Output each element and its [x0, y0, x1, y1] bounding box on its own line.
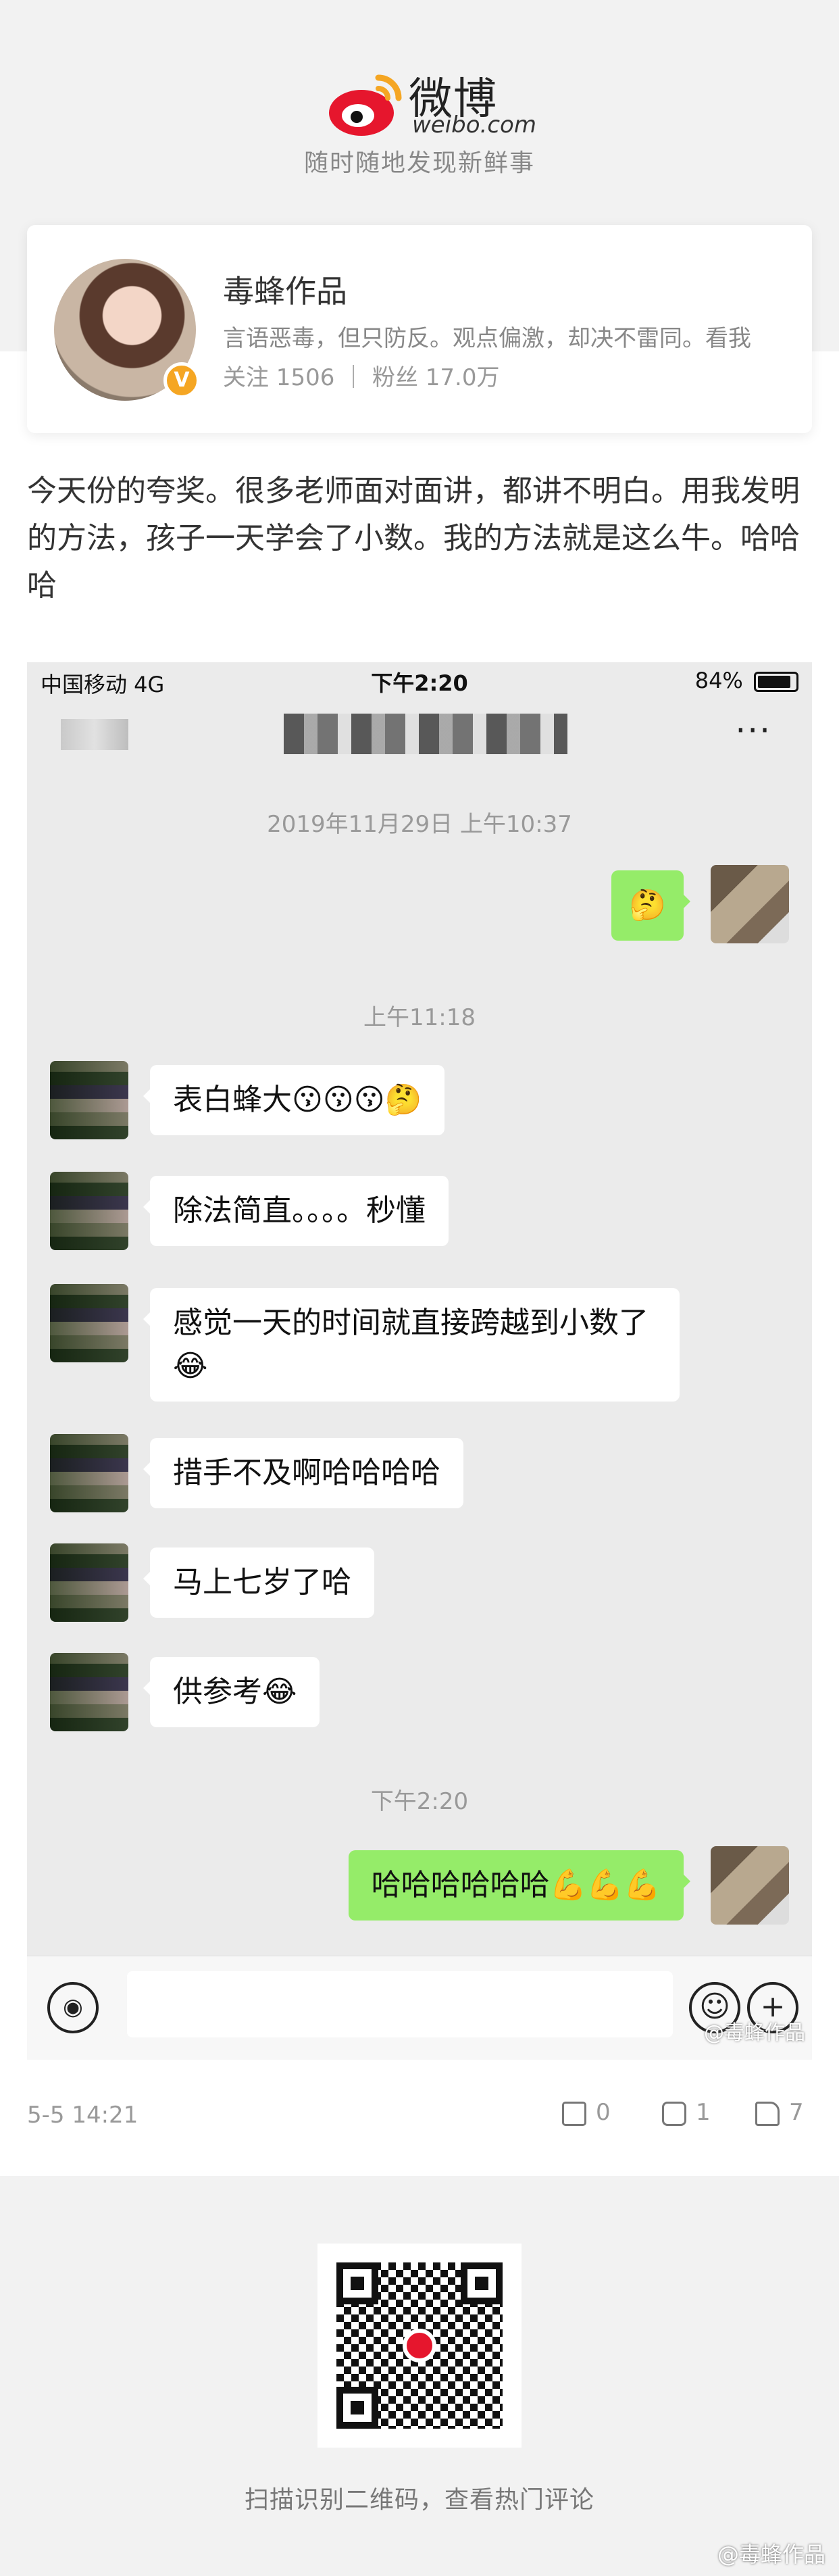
repost-count: 0 [596, 2099, 611, 2126]
chat-input-bar: ◉ ☺ + @毒蜂作品 [27, 1956, 812, 2060]
comment-count: 1 [696, 2099, 711, 2126]
qr-caption: 扫描识别二维码，查看热门评论 [244, 2486, 594, 2514]
message-bubble-sent[interactable]: 哈哈哈哈哈哈💪💪💪 [348, 1850, 691, 1921]
post-text: 今天份的夸奖。很多老师面对面讲，都讲不明白。用我发明的方法，孩子一天学会了小数。… [27, 474, 800, 603]
post-time: 5-5 14:21 [27, 2102, 138, 2129]
qr-code[interactable] [317, 2244, 522, 2448]
weibo-eye-icon [329, 74, 402, 136]
corner-watermark: @毒蜂作品 [717, 2542, 825, 2567]
message-bubble-received[interactable]: 供参考😂 [143, 1657, 320, 1727]
like-button[interactable]: 7 [755, 2099, 804, 2126]
watermark: @毒蜂作品 [704, 2021, 805, 2045]
thumbs-up-icon [755, 2101, 780, 2126]
contact-avatar[interactable] [50, 1543, 128, 1622]
message-input[interactable] [127, 1971, 673, 2037]
message-bubble-received[interactable]: 马上七岁了哈 [143, 1547, 374, 1618]
chat-timestamp: 下午2:20 [370, 1788, 469, 1815]
message-bubble-received[interactable]: 感觉一天的时间就直接跨越到小数了😂 [143, 1288, 680, 1402]
contact-avatar[interactable] [50, 1061, 128, 1139]
contact-avatar[interactable] [50, 1434, 128, 1512]
like-count: 7 [789, 2099, 804, 2126]
chat-timestamp: 上午11:18 [363, 1004, 476, 1031]
back-button[interactable] [61, 719, 128, 750]
chat-screenshot: 中国移动 4G 下午2:20 84% ··· 2019年11月29日 上午10:… [27, 662, 812, 2060]
weibo-logo: 微博 weibo.com [324, 64, 536, 139]
repost-icon [562, 2101, 586, 2126]
profile-stats: 关注 1506 ｜ 粉丝 17.0万 [223, 364, 500, 391]
contact-avatar[interactable] [50, 1653, 128, 1731]
chat-title-redacted [284, 714, 567, 754]
my-avatar[interactable] [711, 865, 789, 943]
header: 微博 weibo.com 随时随地发现新鲜事 [0, 0, 839, 223]
battery-icon [754, 672, 798, 692]
comment-icon [662, 2101, 686, 2126]
slogan: 随时随地发现新鲜事 [303, 149, 535, 177]
logo-domain: weibo.com [412, 112, 536, 139]
profile-name[interactable]: 毒蜂作品 [223, 267, 347, 312]
qr-finder [461, 2262, 503, 2304]
message-bubble-received[interactable]: 措手不及啊哈哈哈哈 [143, 1438, 463, 1508]
status-time: 下午2:20 [371, 670, 468, 696]
more-icon[interactable]: ··· [735, 711, 771, 750]
contact-avatar[interactable] [50, 1172, 128, 1250]
comment-button[interactable]: 1 [662, 2099, 711, 2126]
battery-percent: 84% [694, 668, 743, 693]
verified-badge-icon: V [163, 362, 200, 399]
contact-avatar[interactable] [50, 1284, 128, 1362]
repost-button[interactable]: 0 [562, 2099, 611, 2126]
weibo-logo-icon [403, 2329, 436, 2362]
voice-icon[interactable]: ◉ [47, 1982, 99, 2033]
profile-bio: 言语恶毒，但只防反。观点偏激，却决不雷同。看我 [223, 325, 751, 352]
status-bar: 中国移动 4G 下午2:20 84% [27, 662, 812, 699]
profile-card[interactable]: V 毒蜂作品 言语恶毒，但只防反。观点偏激，却决不雷同。看我 关注 1506 ｜… [27, 225, 812, 433]
chat-timestamp: 2019年11月29日 上午10:37 [267, 811, 572, 838]
message-bubble-received[interactable]: 表白蜂大😗😗😗🤔 [143, 1065, 445, 1135]
chat-navbar: ··· [27, 699, 812, 766]
my-avatar[interactable] [711, 1846, 789, 1925]
battery-status: 84% [695, 668, 798, 693]
qr-finder [336, 2387, 378, 2429]
qr-finder [336, 2262, 378, 2304]
qr-code-pattern [336, 2262, 503, 2429]
message-bubble-received[interactable]: 除法简直。。。。秒懂 [143, 1176, 449, 1246]
message-bubble-sent[interactable]: 🤔 [611, 870, 690, 941]
